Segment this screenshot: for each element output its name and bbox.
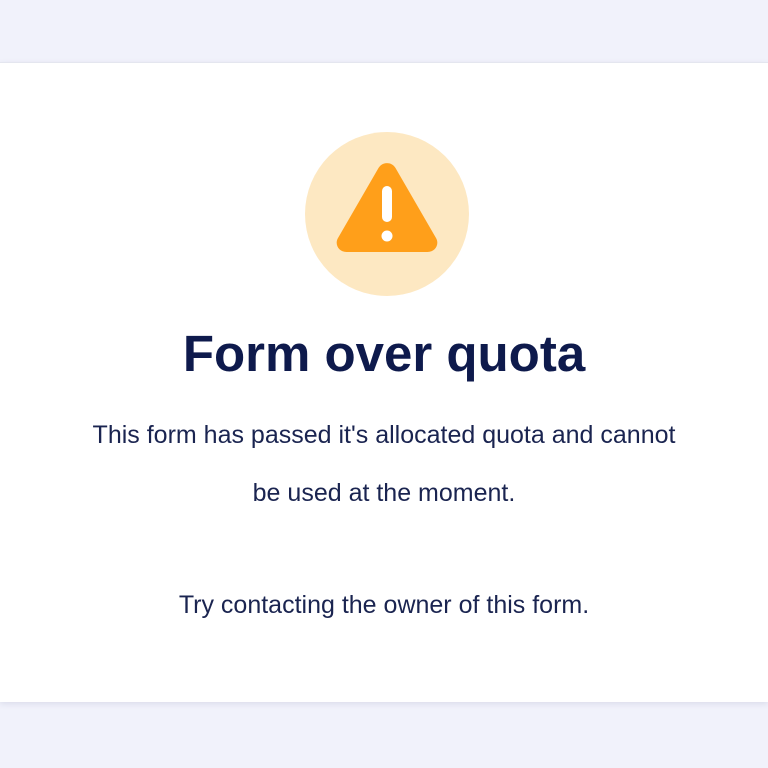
page-background: Form over quota This form has passed it'… — [0, 0, 768, 768]
error-message: This form has passed it's allocated quot… — [92, 421, 676, 507]
contact-hint: Try contacting the owner of this form. — [178, 591, 590, 619]
error-card: Form over quota This form has passed it'… — [0, 62, 768, 702]
warning-icon-badge — [305, 132, 469, 296]
warning-triangle-icon — [336, 163, 438, 252]
page-title: Form over quota — [182, 325, 586, 382]
